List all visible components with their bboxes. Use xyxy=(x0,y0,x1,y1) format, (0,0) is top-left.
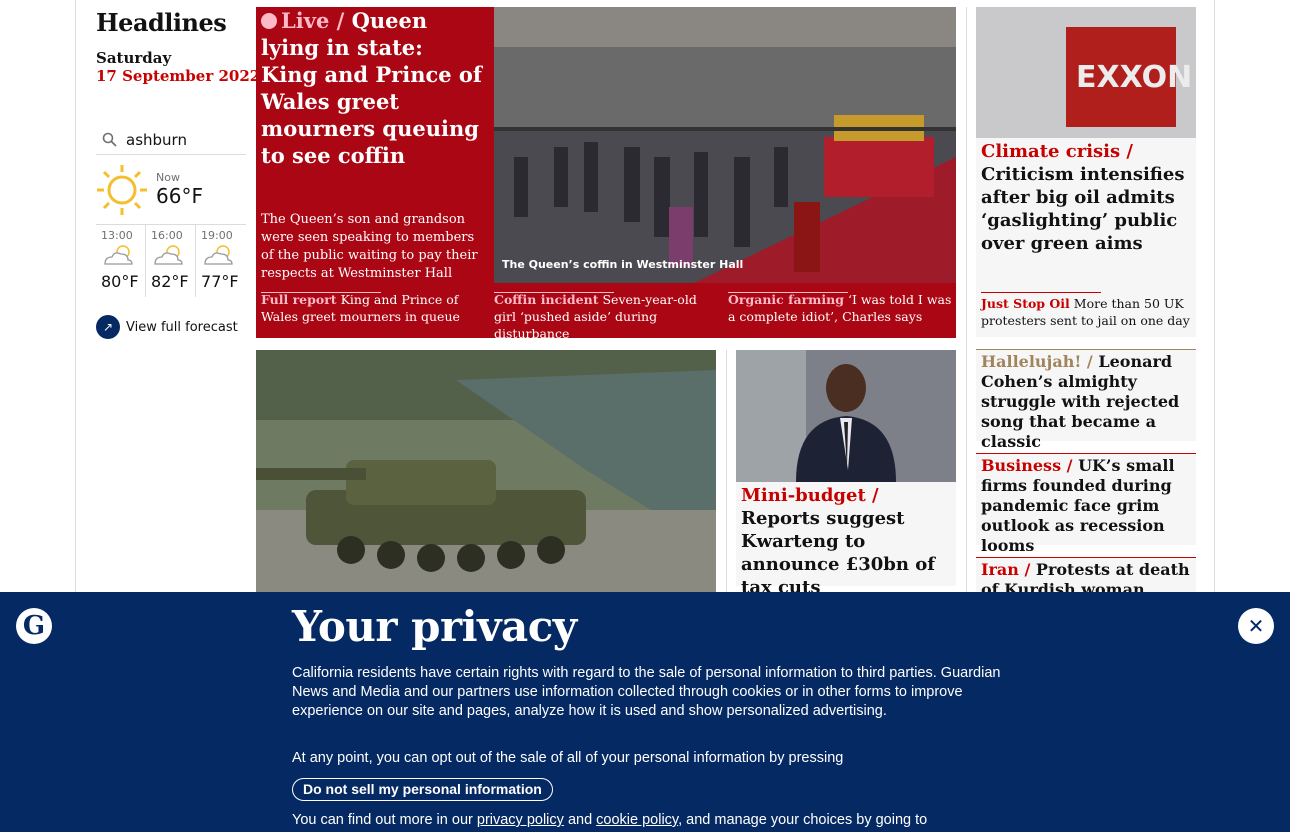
close-icon[interactable]: ✕ xyxy=(1238,608,1274,644)
exxon-sign-text: EXXON xyxy=(1076,60,1192,95)
westminster-hall-photo[interactable] xyxy=(494,7,956,283)
sun-icon xyxy=(97,164,147,215)
sublink-organic-farming[interactable]: Organic farming ‘I was told I was a comp… xyxy=(728,291,953,325)
external-link-icon: ↗ xyxy=(96,315,120,339)
date-day: Saturday xyxy=(96,49,172,67)
sidebar: Headlines Saturday 17 September 2022 ash… xyxy=(96,8,261,339)
live-headline[interactable]: Live / Queen lying in state: King and Pr… xyxy=(261,7,486,169)
forecast-temp: 80°F xyxy=(101,272,139,291)
partly-cloudy-icon xyxy=(104,245,133,265)
sublink-rule xyxy=(981,292,1101,293)
climate-card[interactable]: EXXON Climate crisis / Criticism intensi… xyxy=(976,7,1196,337)
exxon-sign-photo: EXXON xyxy=(976,7,1196,138)
forecast-time: 16:00 xyxy=(151,229,183,242)
weather-now: Now 66°F xyxy=(96,155,246,225)
privacy-policy-link[interactable]: privacy policy xyxy=(477,812,564,828)
card-kicker: Business / xyxy=(981,456,1073,475)
sublink-kicker: Just Stop Oil xyxy=(981,296,1070,311)
sublink-kicker: Coffin incident xyxy=(494,292,599,307)
weather-location[interactable]: ashburn xyxy=(96,125,246,155)
live-kicker: Live / xyxy=(281,8,345,33)
card-kicker: Hallelujah! / xyxy=(981,352,1093,371)
forecast-time: 19:00 xyxy=(201,229,233,242)
forecast-temp: 82°F xyxy=(151,272,189,291)
sublink-coffin-incident[interactable]: Coffin incident Seven-year-old girl ‘pus… xyxy=(494,291,719,342)
live-headline-block: Live / Queen lying in state: King and Pr… xyxy=(261,7,486,169)
full-forecast-label: View full forecast xyxy=(126,319,238,335)
mini-budget-headline-text: Reports suggest Kwarteng to announce £30… xyxy=(741,508,935,598)
mini-budget-card[interactable]: Mini-budget / Reports suggest Kwarteng t… xyxy=(736,350,956,598)
forecast-temp: 77°F xyxy=(201,272,239,291)
column-divider xyxy=(726,350,727,595)
kwarteng-photo xyxy=(736,350,956,482)
forecast-item: 13:00 80°F xyxy=(96,225,147,297)
weather-forecast: 13:00 80°F 16:00 82°F 19:00 77°F xyxy=(96,225,246,297)
sublink-kicker: Full report xyxy=(261,292,337,307)
mini-budget-headline: Mini-budget / Reports suggest Kwarteng t… xyxy=(736,482,956,601)
privacy-title: Your privacy xyxy=(292,602,577,651)
section-title: Headlines xyxy=(96,8,227,37)
guardian-logo-icon: G xyxy=(16,608,52,644)
hallelujah-card[interactable]: Hallelujah! / Leonard Cohen’s almighty s… xyxy=(976,349,1196,451)
location-name: ashburn xyxy=(126,130,187,149)
view-full-forecast-link[interactable]: ↗ View full forecast xyxy=(96,315,246,339)
forecast-item: 16:00 82°F xyxy=(146,225,197,297)
right-column: EXXON Climate crisis / Criticism intensi… xyxy=(976,7,1196,619)
photo-caption: The Queen’s coffin in Westminster Hall xyxy=(502,258,744,271)
column-divider xyxy=(966,7,967,597)
search-icon xyxy=(102,132,117,147)
climate-headline-text: Criticism intensifies after big oil admi… xyxy=(981,164,1185,254)
privacy-banner: G Your privacy California residents have… xyxy=(0,592,1290,832)
live-standfirst: The Queen’s son and grandson were seen s… xyxy=(261,212,478,281)
forecast-item: 19:00 77°F xyxy=(196,225,246,297)
partly-cloudy-icon xyxy=(204,245,233,265)
now-temperature: 66°F xyxy=(156,184,203,208)
climate-kicker: Climate crisis / xyxy=(981,141,1133,162)
partly-cloudy-icon xyxy=(154,245,183,265)
sublink-kicker: Organic farming xyxy=(728,292,844,307)
privacy-body: California residents have certain rights… xyxy=(292,665,1001,719)
live-story-card[interactable]: Live / Queen lying in state: King and Pr… xyxy=(256,7,956,341)
climate-headline: Climate crisis / Criticism intensifies a… xyxy=(976,138,1196,257)
card-kicker: Iran / xyxy=(981,560,1031,579)
cookie-policy-link[interactable]: cookie policy xyxy=(596,812,678,828)
privacy-optout-text: At any point, you can opt out of the sal… xyxy=(292,750,844,766)
forecast-time: 13:00 xyxy=(101,229,133,242)
privacy-foot-and: and xyxy=(567,812,593,828)
tank-river-photo[interactable] xyxy=(256,350,716,595)
mini-budget-kicker: Mini-budget / xyxy=(741,485,879,506)
privacy-foot-post: , and manage your choices by going to xyxy=(678,812,928,828)
privacy-footer: You can find out more in our privacy pol… xyxy=(292,812,927,828)
now-label: Now xyxy=(156,171,180,184)
do-not-sell-button[interactable]: Do not sell my personal information xyxy=(292,778,553,801)
date-full: 17 September 2022 xyxy=(96,67,261,85)
sublink-just-stop-oil[interactable]: Just Stop Oil More than 50 UK protesters… xyxy=(981,295,1191,329)
sublink-full-report[interactable]: Full report King and Prince of Wales gre… xyxy=(261,291,486,325)
business-card[interactable]: Business / UK’s small firms founded duri… xyxy=(976,453,1196,555)
privacy-foot-pre: You can find out more in our xyxy=(292,812,473,828)
live-dot-icon xyxy=(261,13,277,29)
